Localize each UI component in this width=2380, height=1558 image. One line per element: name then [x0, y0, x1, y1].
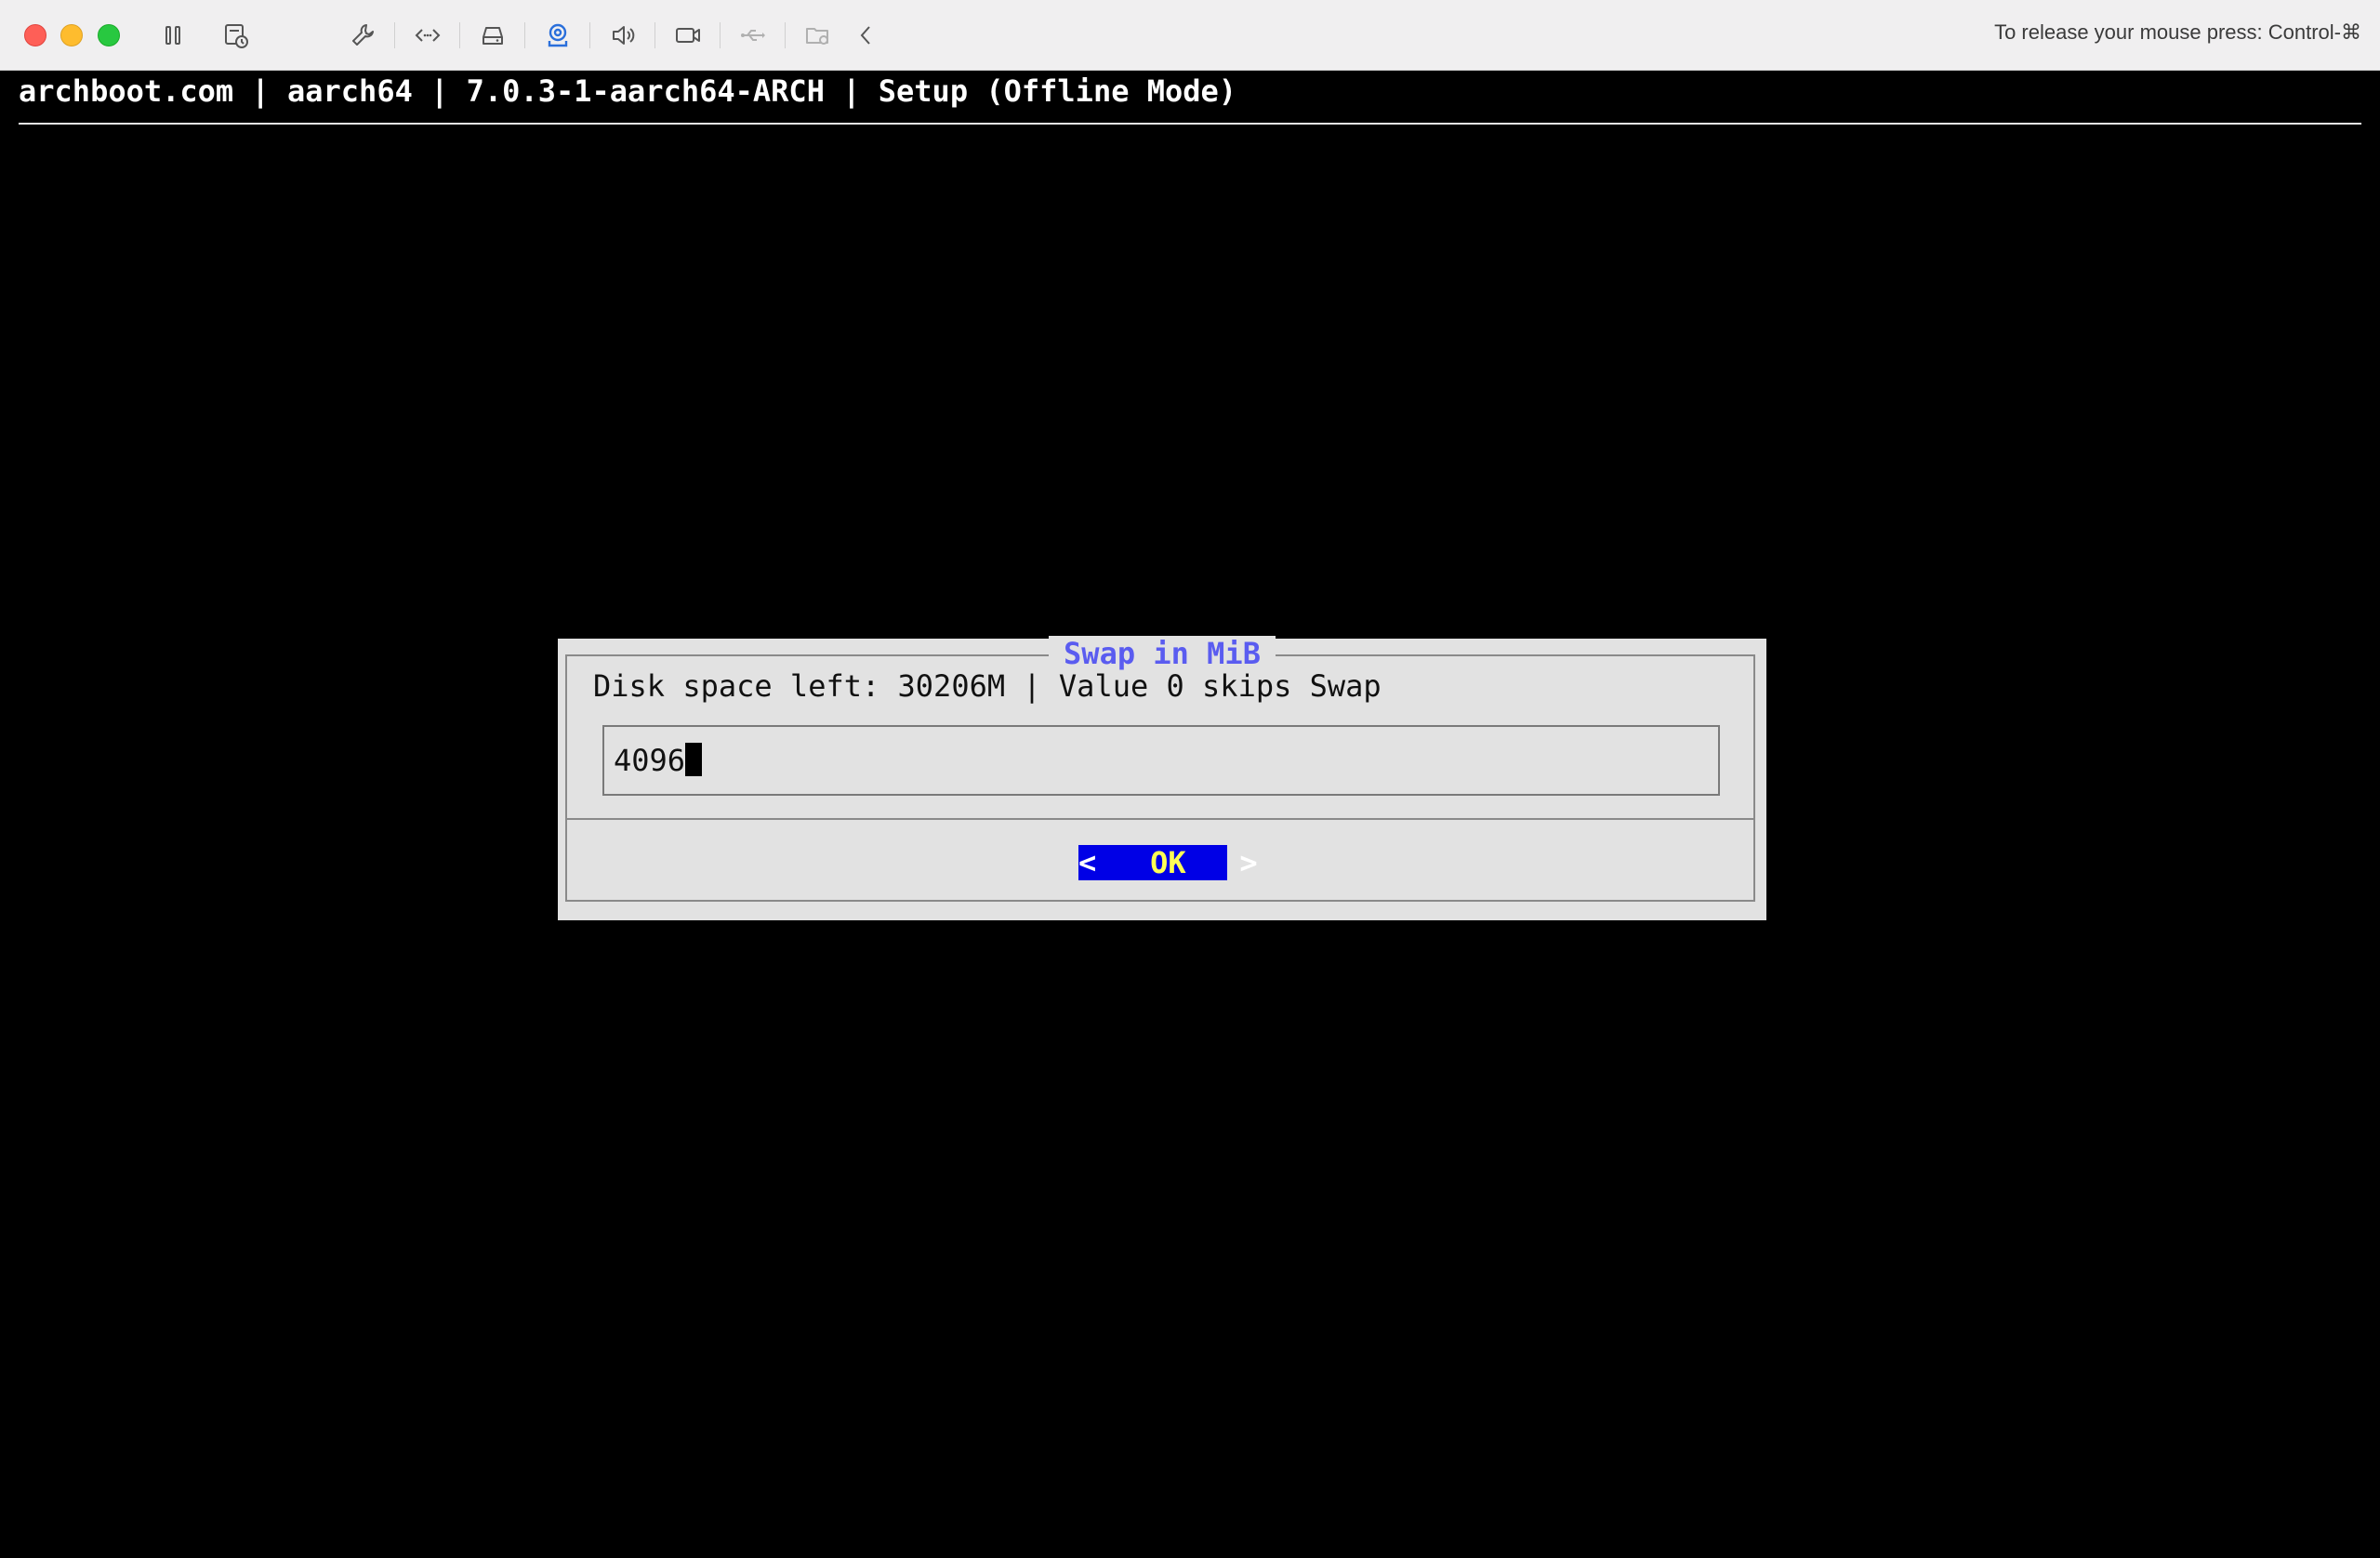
ok-left-bracket: <: [1078, 845, 1097, 880]
vm-window: To release your mouse press: Control-⌘ a…: [0, 0, 2380, 1558]
chevron-left-icon[interactable]: [850, 19, 883, 52]
terminal-screen[interactable]: archboot.com | aarch64 | 7.0.3-1-aarch64…: [0, 71, 2380, 1558]
camera-device-icon[interactable]: [541, 19, 575, 52]
header-divider: [19, 123, 2361, 125]
release-mouse-hint: To release your mouse press: Control-⌘: [1994, 20, 2361, 44]
shared-folder-icon[interactable]: [801, 19, 835, 52]
minimize-window-button[interactable]: [60, 24, 83, 46]
usb-icon[interactable]: [736, 19, 770, 52]
swap-size-input-value-wrap: 4096: [614, 742, 703, 779]
text-cursor: [685, 743, 703, 776]
swap-size-dialog: Swap in MiB Disk space left: 30206M | Va…: [558, 636, 1766, 920]
ok-right-bracket: >: [1239, 845, 1258, 880]
pause-icon[interactable]: [156, 19, 190, 52]
snapshot-icon[interactable]: [219, 19, 253, 52]
dialog-prompt: Disk space left: 30206M | Value 0 skips …: [593, 668, 1382, 704]
swap-size-input[interactable]: 4096: [602, 725, 1720, 796]
video-camera-icon[interactable]: [671, 19, 705, 52]
ok-button-label: OK: [1150, 845, 1186, 880]
terminal-header: archboot.com | aarch64 | 7.0.3-1-aarch64…: [19, 73, 1237, 109]
dialog-title-wrap: Swap in MiB: [558, 635, 1766, 672]
close-window-button[interactable]: [24, 24, 46, 46]
ok-button[interactable]: < OK >: [1078, 845, 1258, 880]
disk-drive-icon[interactable]: [476, 19, 509, 52]
dialog-title: Swap in MiB: [1049, 636, 1276, 671]
maximize-window-button[interactable]: [98, 24, 120, 46]
speaker-icon[interactable]: [606, 19, 640, 52]
vm-toolbar: To release your mouse press: Control-⌘: [0, 0, 2380, 71]
network-arrows-icon[interactable]: [411, 19, 444, 52]
settings-wrench-icon[interactable]: [346, 19, 379, 52]
swap-size-input-value: 4096: [614, 743, 686, 778]
dialog-button-divider: [565, 818, 1755, 820]
